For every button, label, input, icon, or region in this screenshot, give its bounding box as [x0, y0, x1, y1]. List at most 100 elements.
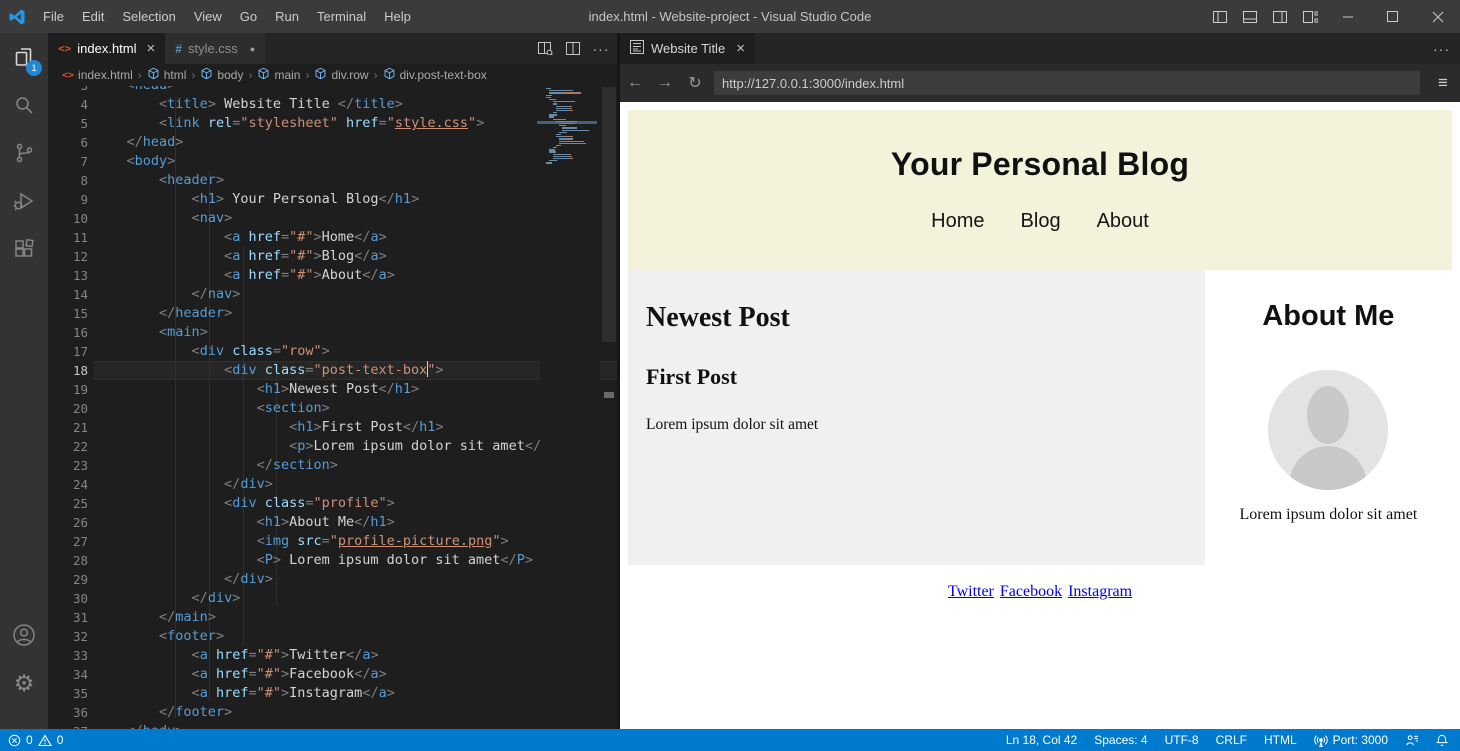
code-line-6[interactable]: 6 </head>	[48, 133, 617, 152]
code-line-5[interactable]: 5 <link rel="stylesheet" href="style.css…	[48, 114, 617, 133]
menu-help[interactable]: Help	[375, 0, 420, 33]
menu-view[interactable]: View	[185, 0, 231, 33]
code-line-26[interactable]: 26 <h1>About Me</h1>	[48, 513, 617, 532]
code-line-21[interactable]: 21 <h1>First Post</h1>	[48, 418, 617, 437]
code-line-33[interactable]: 33 <a href="#">Twitter</a>	[48, 646, 617, 665]
run-debug-icon[interactable]	[0, 177, 48, 225]
code-line-13[interactable]: 13 <a href="#">About</a>	[48, 266, 617, 285]
menu-selection[interactable]: Selection	[113, 0, 184, 33]
status-spaces-4[interactable]: Spaces: 4	[1094, 733, 1147, 747]
breadcrumb-item-html[interactable]: html	[147, 67, 187, 83]
site-nav-link-home[interactable]: Home	[931, 210, 984, 233]
problems-indicator[interactable]: 0 0	[0, 733, 63, 747]
footer-link-twitter[interactable]: Twitter	[948, 583, 994, 600]
code-line-36[interactable]: 36 </footer>	[48, 703, 617, 722]
accounts-icon[interactable]	[0, 611, 48, 659]
code-line-31[interactable]: 31 </main>	[48, 608, 617, 627]
code-line-37[interactable]: 37 </body>	[48, 722, 617, 729]
code-line-25[interactable]: 25 <div class="profile">	[48, 494, 617, 513]
code-line-20[interactable]: 20 <section>	[48, 399, 617, 418]
maximize-button[interactable]	[1370, 0, 1415, 33]
status-broadcast[interactable]: Port: 3000	[1314, 733, 1388, 747]
code-line-22[interactable]: 22 <p>Lorem ipsum dolor sit amet</p>	[48, 437, 617, 456]
code-line-34[interactable]: 34 <a href="#">Facebook</a>	[48, 665, 617, 684]
code-line-9[interactable]: 9 <h1> Your Personal Blog</h1>	[48, 190, 617, 209]
minimize-button[interactable]	[1325, 0, 1370, 33]
close-preview-icon[interactable]: ×	[736, 40, 745, 57]
code-line-10[interactable]: 10 <nav>	[48, 209, 617, 228]
explorer-badge: 1	[26, 60, 42, 76]
unsaved-dot-icon[interactable]: ●	[250, 44, 255, 54]
explorer-icon[interactable]: 1	[0, 33, 48, 81]
menu-terminal[interactable]: Terminal	[308, 0, 375, 33]
status-feedback[interactable]	[1405, 734, 1419, 747]
forward-icon[interactable]: →	[650, 74, 680, 92]
tab-style-css[interactable]: # style.css ●	[165, 33, 266, 64]
code-line-14[interactable]: 14 </nav>	[48, 285, 617, 304]
code-line-17[interactable]: 17 <div class="row">	[48, 342, 617, 361]
close-window-button[interactable]	[1415, 0, 1460, 33]
toggle-sidebar-icon[interactable]	[1205, 0, 1235, 33]
code-line-11[interactable]: 11 <a href="#">Home</a>	[48, 228, 617, 247]
status-bell[interactable]	[1436, 734, 1448, 747]
tab-website-title[interactable]: Website Title ×	[620, 33, 755, 64]
status-html[interactable]: HTML	[1264, 733, 1297, 747]
code-line-7[interactable]: 7 <body>	[48, 152, 617, 171]
code-line-8[interactable]: 8 <header>	[48, 171, 617, 190]
close-tab-icon[interactable]: ×	[147, 40, 156, 57]
minimap[interactable]	[540, 86, 600, 729]
code-line-12[interactable]: 12 <a href="#">Blog</a>	[48, 247, 617, 266]
status-crlf[interactable]: CRLF	[1216, 733, 1247, 747]
site-nav-link-about[interactable]: About	[1097, 210, 1149, 233]
tab-index-html[interactable]: <> index.html ×	[48, 33, 165, 64]
toggle-secondary-sidebar-icon[interactable]	[1265, 0, 1295, 33]
code-line-23[interactable]: 23 </section>	[48, 456, 617, 475]
status-ln-18-col-42[interactable]: Ln 18, Col 42	[1006, 733, 1077, 747]
settings-gear-icon[interactable]: ⚙	[0, 659, 48, 707]
code-line-19[interactable]: 19 <h1>Newest Post</h1>	[48, 380, 617, 399]
breadcrumb-item-div-row[interactable]: div.row	[314, 67, 368, 83]
menu-go[interactable]: Go	[231, 0, 266, 33]
split-editor-icon[interactable]	[561, 37, 585, 61]
code-line-16[interactable]: 16 <main>	[48, 323, 617, 342]
code-line-30[interactable]: 30 </div>	[48, 589, 617, 608]
code-line-18[interactable]: 18 <div class="post-text-box">	[48, 361, 617, 380]
breadcrumb-item-index-html[interactable]: <>index.html	[62, 68, 133, 82]
back-icon[interactable]: ←	[620, 74, 650, 92]
toggle-panel-icon[interactable]	[1235, 0, 1265, 33]
code-editor[interactable]: 3 <head>4 <title> Website Title </title>…	[48, 86, 617, 729]
more-actions-icon[interactable]: ···	[589, 37, 613, 61]
code-line-27[interactable]: 27 <img src="profile-picture.png">	[48, 532, 617, 551]
search-icon[interactable]	[0, 81, 48, 129]
editor-scrollbar[interactable]	[602, 86, 616, 729]
preview-more-actions-icon[interactable]: ···	[1433, 33, 1450, 64]
extensions-icon[interactable]	[0, 225, 48, 273]
menu-hamburger-icon[interactable]: ≡	[1430, 73, 1456, 93]
footer-link-instagram[interactable]: Instagram	[1068, 583, 1132, 600]
breadcrumb-item-main[interactable]: main	[257, 67, 300, 83]
scrollbar-slider[interactable]	[602, 87, 616, 342]
code-line-32[interactable]: 32 <footer>	[48, 627, 617, 646]
code-line-4[interactable]: 4 <title> Website Title </title>	[48, 95, 617, 114]
code-line-15[interactable]: 15 </header>	[48, 304, 617, 323]
code-line-24[interactable]: 24 </div>	[48, 475, 617, 494]
footer-link-facebook[interactable]: Facebook	[1000, 583, 1062, 600]
editor-preview-sash[interactable]	[617, 33, 620, 729]
breadcrumb-item-div-post-text-box[interactable]: div.post-text-box	[383, 67, 487, 83]
code-line-35[interactable]: 35 <a href="#">Instagram</a>	[48, 684, 617, 703]
status-utf-8[interactable]: UTF-8	[1165, 733, 1199, 747]
site-nav-link-blog[interactable]: Blog	[1021, 210, 1061, 233]
code-line-28[interactable]: 28 <P> Lorem ipsum dolor sit amet</P>	[48, 551, 617, 570]
broadcast-icon	[1314, 734, 1328, 747]
breadcrumb-item-body[interactable]: body	[200, 67, 243, 83]
open-preview-icon[interactable]	[533, 37, 557, 61]
menu-run[interactable]: Run	[266, 0, 308, 33]
customize-layout-icon[interactable]	[1295, 0, 1325, 33]
menu-file[interactable]: File	[34, 0, 73, 33]
source-control-icon[interactable]	[0, 129, 48, 177]
refresh-icon[interactable]: ↻	[680, 73, 710, 93]
url-input[interactable]	[714, 71, 1420, 95]
menu-edit[interactable]: Edit	[73, 0, 113, 33]
code-line-29[interactable]: 29 </div>	[48, 570, 617, 589]
code-line-3[interactable]: 3 <head>	[48, 86, 617, 95]
